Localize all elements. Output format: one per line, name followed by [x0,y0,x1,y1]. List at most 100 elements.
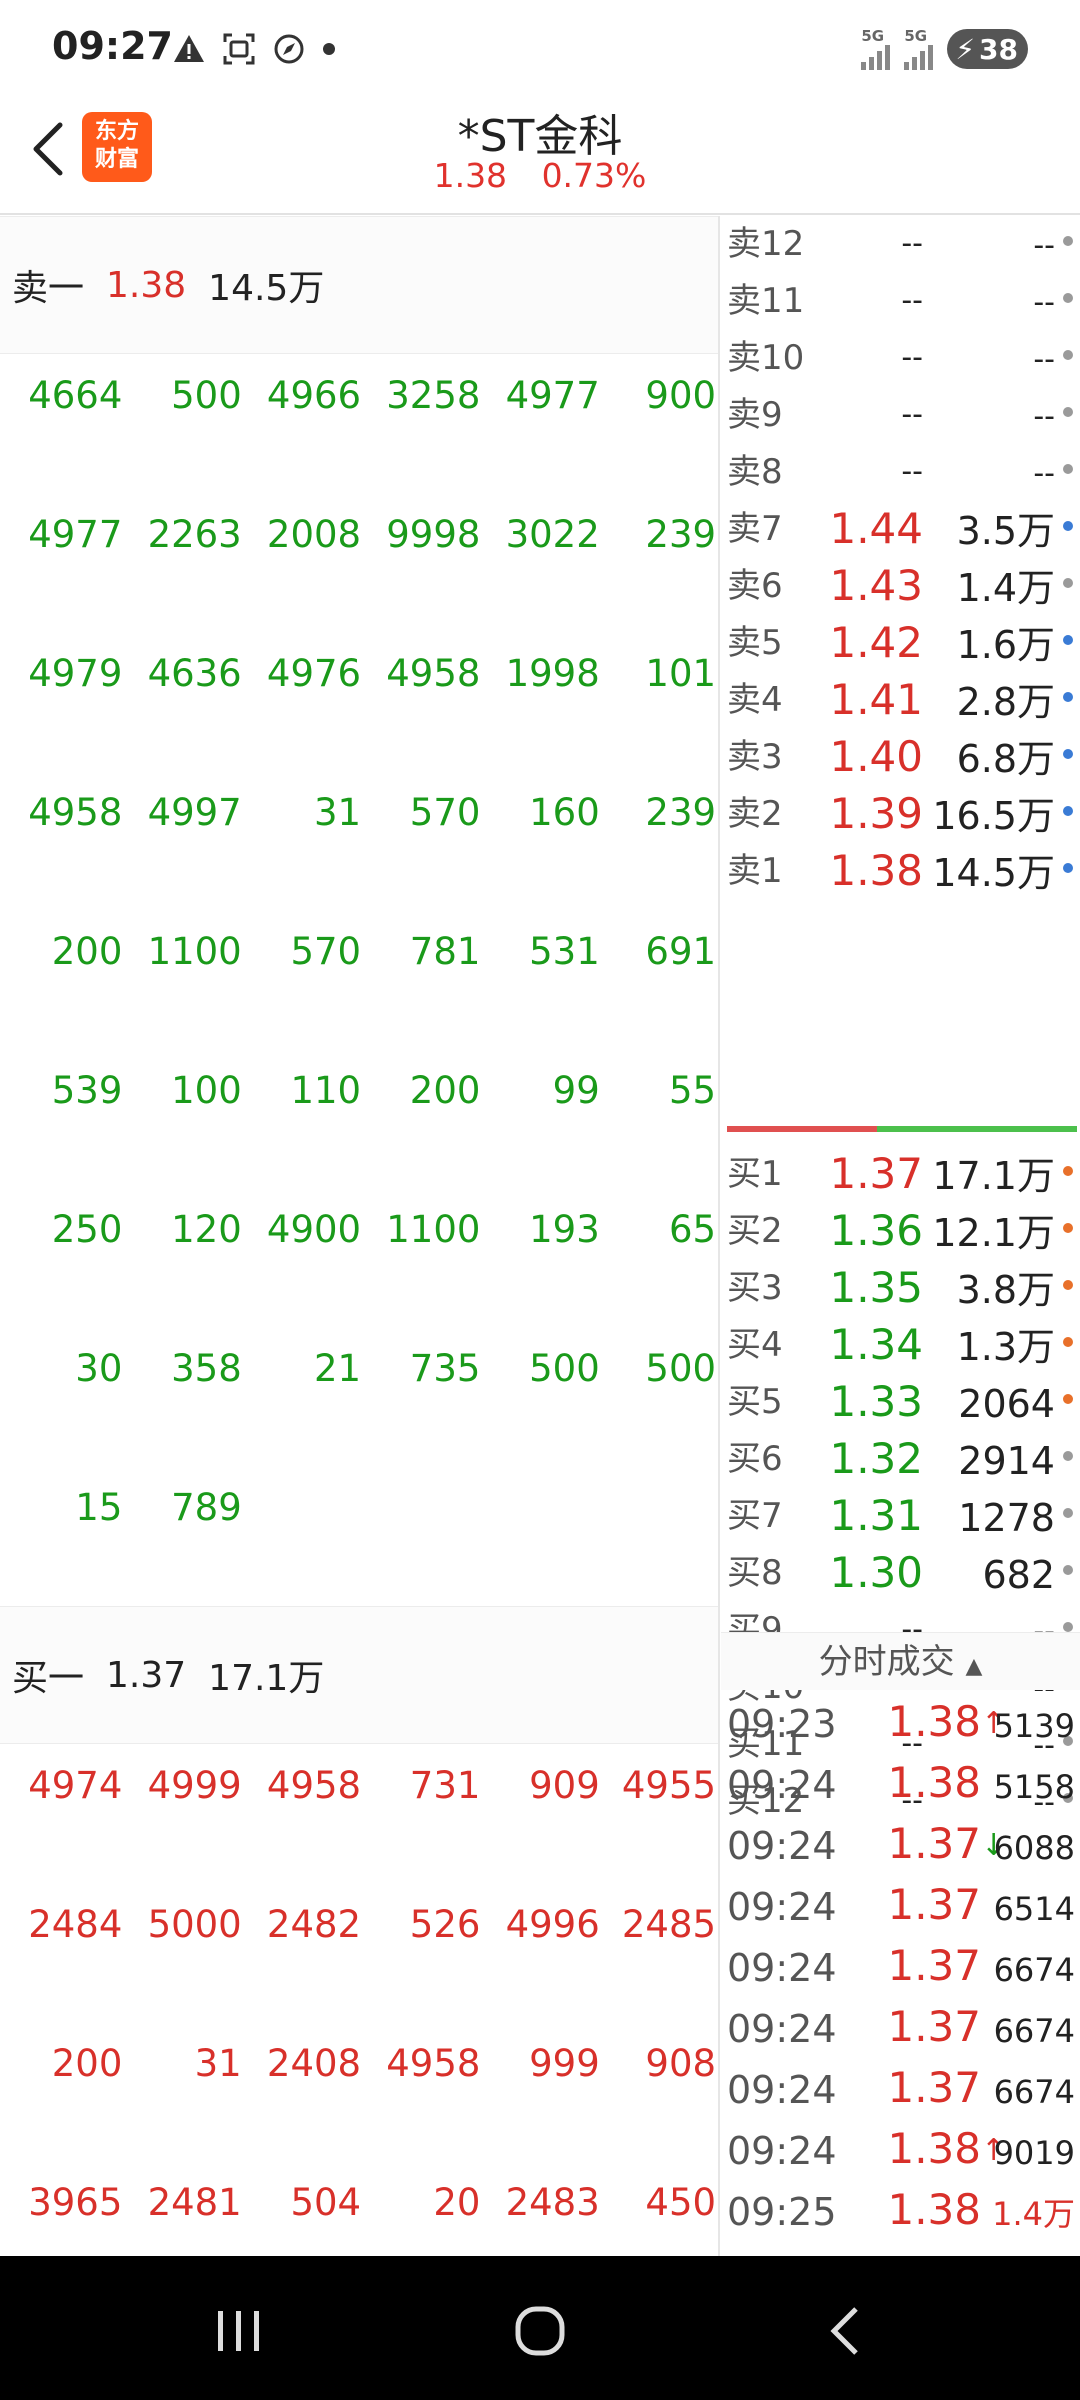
ask-row[interactable]: 卖6 1.43 1.4万 [721,558,1080,614]
signal-5g-1-icon: 5G [861,28,891,70]
status-time: 09:27 [52,24,173,68]
queue-cell: 731 [409,1764,481,1807]
ob-volume: 1.6万 [956,623,1055,667]
queue-cell: 5000 [147,1903,242,1946]
queue-cell: 3965 [28,2181,123,2224]
ask-row[interactable]: 卖12 -- -- [721,216,1080,272]
ob-level-label: 卖7 [727,509,783,549]
order-book-divider [727,1126,1077,1132]
ob-level-label: 卖5 [727,623,783,663]
ask-row[interactable]: 卖9 -- -- [721,387,1080,443]
ob-price: 1.30 [829,1548,923,1597]
queue-cell: 4974 [28,1764,123,1807]
trade-row[interactable]: 09:24 1.37 6674 [721,1999,1080,2059]
queue-cell: 3258 [386,374,481,417]
battery-level: 38 [979,32,1018,66]
ob-indicator-dot [1063,236,1073,246]
ask-row[interactable]: 卖8 -- -- [721,444,1080,500]
trade-time: 09:24 [727,2007,837,2051]
status-system-icons: 5G 5G ⚡ 38 [861,28,1028,70]
queue-cell: 500 [645,1347,717,1390]
bid-row[interactable]: 买3 1.35 3.8万 [721,1260,1080,1316]
ob-level-label: 买1 [727,1154,783,1194]
ob-price: 1.37 [829,1149,923,1198]
trade-row[interactable]: 09:24 1.38 5158 [721,1755,1080,1815]
recent-apps-button[interactable] [188,2296,288,2366]
buy-one-summary[interactable]: 买一 1.37 17.1万 [0,1606,718,1744]
queue-cell: 1100 [147,930,242,973]
screenshot-icon [222,32,256,75]
ask-row[interactable]: 卖2 1.39 16.5万 [721,786,1080,842]
trade-row[interactable]: 09:24 1.37 ↓ 6088 [721,1816,1080,1876]
nav-back-button[interactable] [795,2296,895,2366]
queue-cell: 789 [171,1486,242,1529]
ob-volume: 14.5万 [932,851,1055,895]
ask-row[interactable]: 卖4 1.41 2.8万 [721,672,1080,728]
ask-row[interactable]: 卖11 -- -- [721,273,1080,329]
queue-cell: 200 [51,930,123,973]
home-button[interactable] [490,2296,590,2366]
trade-price: 1.38 [887,2124,981,2173]
ob-level-label: 卖2 [727,794,783,834]
ob-price: 1.39 [829,789,923,838]
ask-row[interactable]: 卖3 1.40 6.8万 [721,729,1080,785]
queue-cell: 4976 [266,652,362,695]
trade-row[interactable]: 09:24 1.37 6514 [721,1877,1080,1937]
queue-cell: 908 [645,2042,717,2085]
queue-cell: 2263 [147,513,242,556]
ob-volume: 1.4万 [956,566,1055,610]
ob-price: 1.36 [829,1206,923,1255]
trade-row[interactable]: 09:24 1.37 6674 [721,1938,1080,1998]
queue-cell: 4977 [505,374,600,417]
trade-row[interactable]: 09:25 1.38 1.4万 [721,2182,1080,2242]
ob-indicator-dot [1063,749,1073,759]
ob-indicator-dot [1063,635,1073,645]
ask-row[interactable]: 卖10 -- -- [721,330,1080,386]
trade-time: 09:24 [727,1946,837,1990]
status-notification-icons [172,32,336,75]
ob-indicator-dot [1063,1223,1073,1233]
bid-row[interactable]: 买2 1.36 12.1万 [721,1203,1080,1259]
ob-indicator-dot [1063,1394,1073,1404]
queue-cell: 4979 [28,652,123,695]
ob-indicator-dot [1063,578,1073,588]
queue-cell: 570 [409,791,481,834]
queue-cell: 9998 [386,513,481,556]
trade-price: 1.37 [887,1880,981,1929]
ob-indicator-dot [1063,1622,1073,1632]
queue-row: 3965 2481 504 20 2483 450 [0,2173,718,2233]
ob-price: 1.40 [829,732,923,781]
queue-cell: 65 [668,1208,717,1251]
bid-row[interactable]: 买4 1.34 1.3万 [721,1317,1080,1373]
ob-indicator-dot [1063,1565,1073,1575]
bid-row[interactable]: 买7 1.31 1278 [721,1488,1080,1544]
bid-row[interactable]: 买1 1.37 17.1万 [721,1146,1080,1202]
ob-indicator-dot [1063,1337,1073,1347]
queue-cell: 2485 [621,1903,717,1946]
queue-cell: 4999 [147,1764,242,1807]
ask-row[interactable]: 卖1 1.38 14.5万 [721,843,1080,899]
trade-row[interactable]: 09:24 1.38 ↑ 9019 [721,2121,1080,2181]
trade-price: 1.38 [887,1697,981,1746]
buy-one-volume: 17.1万 [208,1658,325,1699]
sell-one-summary[interactable]: 卖一 1.38 14.5万 [0,216,718,354]
trade-row[interactable]: 09:23 1.38 ↑ 5139 [721,1694,1080,1754]
trade-time: 09:24 [727,2129,837,2173]
ob-price: 1.43 [829,561,923,610]
ask-row[interactable]: 卖5 1.42 1.6万 [721,615,1080,671]
queue-cell: 30 [75,1347,123,1390]
bid-row[interactable]: 买8 1.30 682 [721,1545,1080,1601]
ob-volume: -- [1033,456,1055,491]
ob-level-label: 卖6 [727,566,783,606]
bid-row[interactable]: 买6 1.32 2914 [721,1431,1080,1487]
trade-row[interactable]: 09:24 1.37 6674 [721,2060,1080,2120]
trade-price: 1.38 [887,1758,981,1807]
ob-volume: 6.8万 [956,737,1055,781]
ob-volume: 2064 [958,1382,1055,1426]
ask-row[interactable]: 卖7 1.44 3.5万 [721,501,1080,557]
ob-indicator-dot [1063,806,1073,816]
trades-header[interactable]: 分时成交 ▲ [721,1632,1080,1690]
order-queue-panel: 卖一 1.38 14.5万 4664 500 4966 3258 4977 900 4977… [0,216,720,2256]
bid-row[interactable]: 买5 1.33 2064 [721,1374,1080,1430]
stock-header: 东方 财富 *ST金科 1.38 0.73% [0,100,1080,215]
